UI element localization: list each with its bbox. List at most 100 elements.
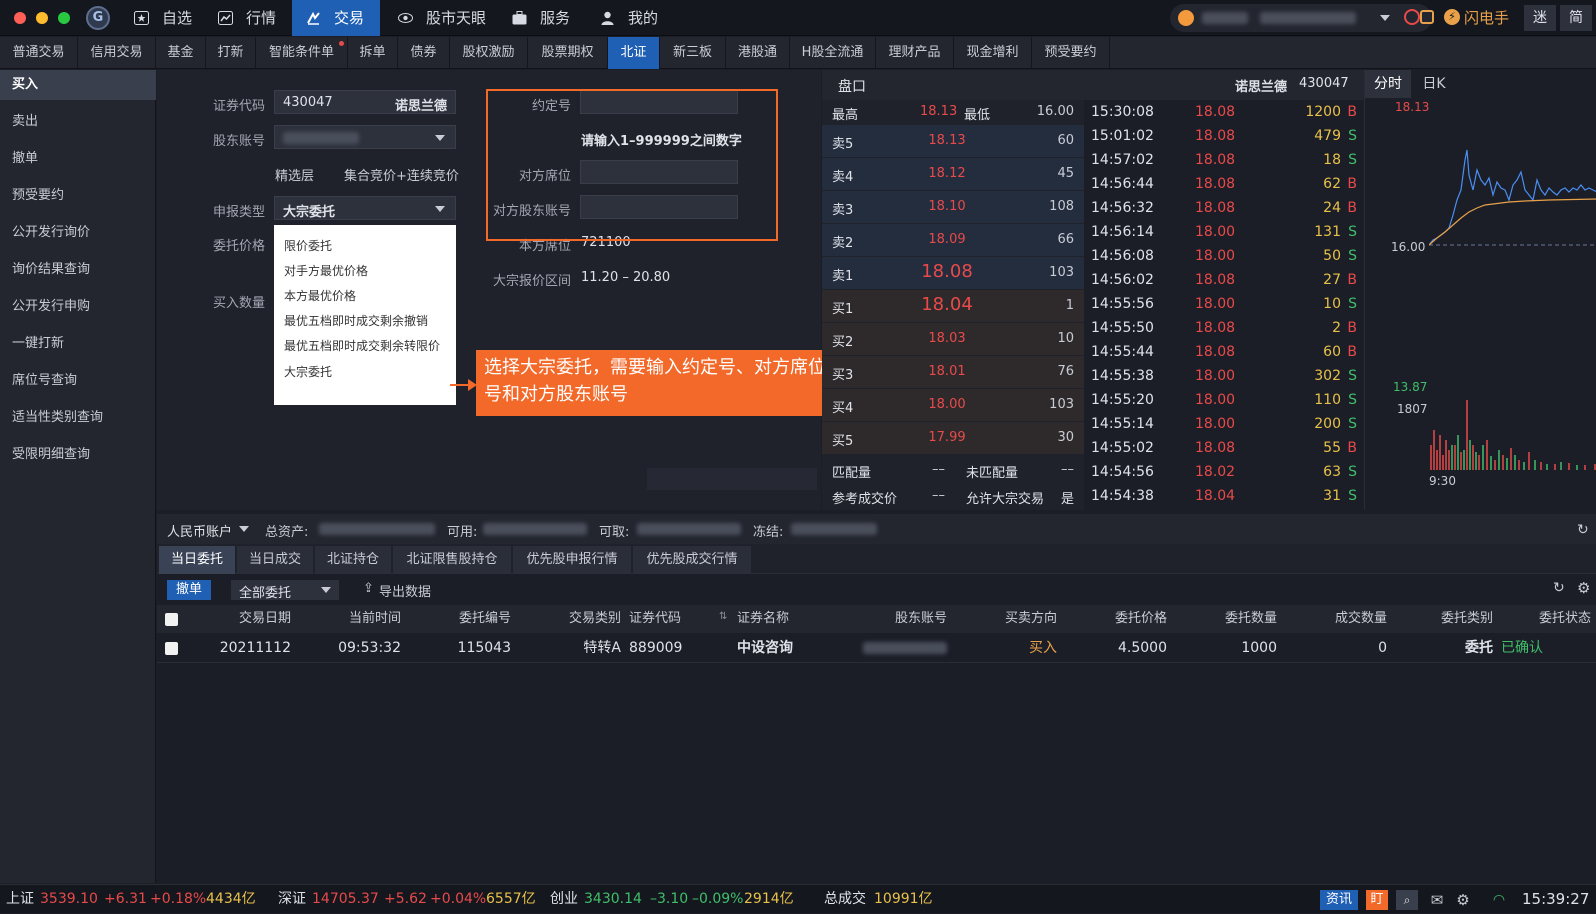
gear-icon[interactable]: ⚙ — [1577, 579, 1590, 597]
col-header[interactable]: 委托数量 — [1167, 605, 1277, 633]
tab-0[interactable]: 普通交易 — [0, 37, 78, 69]
book-row[interactable]: 买5 17.99 30 — [822, 422, 1084, 454]
subtab-3[interactable]: 北证限售股持仓 — [393, 546, 511, 574]
tab-12[interactable]: H股全流通 — [790, 37, 876, 69]
book-row[interactable]: 卖3 18.10 108 — [822, 191, 1084, 223]
flash-trade-button[interactable]: 闪电手 — [1464, 0, 1509, 36]
subtab-0[interactable]: 当日委托 — [159, 546, 235, 574]
sort-icon[interactable]: ⇅ — [719, 611, 727, 622]
col-header[interactable]: 委托编号 — [401, 605, 511, 633]
news-button[interactable]: 资讯 — [1320, 890, 1358, 910]
dropdown-option-5[interactable]: 大宗委托 — [284, 363, 332, 380]
tab-7[interactable]: 股权激励 — [450, 37, 528, 69]
book-row[interactable]: 买2 18.03 10 — [822, 323, 1084, 355]
tab-9[interactable]: 北证 — [608, 37, 660, 69]
minimize-window-button[interactable] — [36, 12, 48, 24]
col-header[interactable]: 成交数量 — [1277, 605, 1387, 633]
simplified-mode-button[interactable]: 简 — [1560, 5, 1592, 31]
col-header[interactable]: 委托价格 — [1057, 605, 1167, 633]
col-header[interactable]: 股东账号 — [847, 605, 947, 633]
user-account-area[interactable] — [1170, 4, 1432, 32]
mini-mode-button[interactable]: 迷 — [1524, 5, 1556, 31]
chevron-down-icon[interactable] — [1380, 15, 1390, 21]
subtab-1[interactable]: 当日成交 — [237, 546, 313, 574]
sidebar-item-9[interactable]: 适当性类别查询 — [0, 403, 156, 433]
col-header[interactable]: 证券名称 — [737, 605, 837, 633]
book-row[interactable]: 买3 18.01 76 — [822, 356, 1084, 388]
dropdown-option-3[interactable]: 最优五档即时成交剩余撤销 — [284, 312, 428, 329]
subtab-2[interactable]: 北证持仓 — [315, 546, 391, 574]
sidebar-item-8[interactable]: 席位号查询 — [0, 366, 156, 396]
sidebar-item-5[interactable]: 询价结果查询 — [0, 255, 156, 285]
dropdown-option-4[interactable]: 最优五档即时成交剩余转限价 — [284, 337, 440, 354]
subtab-5[interactable]: 优先股成交行情 — [633, 546, 751, 574]
code-input[interactable]: 430047 诺思兰德 — [274, 90, 456, 114]
holder-select[interactable] — [274, 125, 456, 149]
watch-button[interactable]: 盯 — [1366, 890, 1388, 910]
dropdown-option-1[interactable]: 对手方最优价格 — [284, 262, 368, 279]
book-row[interactable]: 卖4 18.12 45 — [822, 158, 1084, 190]
topnav-item-3[interactable]: 股市天眼 — [384, 0, 494, 36]
col-header[interactable]: 当前时间 — [291, 605, 401, 633]
sidebar-item-4[interactable]: 公开发行询价 — [0, 218, 156, 248]
tab-8[interactable]: 股票期权 — [528, 37, 608, 69]
tab-14[interactable]: 现金增利 — [954, 37, 1032, 69]
maximize-window-button[interactable] — [58, 12, 70, 24]
sidebar-item-3[interactable]: 预受要约 — [0, 181, 156, 211]
sidebar-item-0[interactable]: 买入 — [0, 70, 156, 100]
row-checkbox[interactable] — [165, 642, 178, 655]
gear-icon[interactable]: ⚙ — [1452, 890, 1474, 910]
book-row[interactable]: 卖5 18.13 60 — [822, 125, 1084, 157]
mail-icon[interactable]: ✉ — [1426, 890, 1448, 910]
book-row[interactable]: 买4 18.00 103 — [822, 389, 1084, 421]
tab-daily-k[interactable]: 日K — [1411, 70, 1457, 98]
refresh-icon[interactable]: ↻ — [1577, 522, 1589, 538]
subtab-4[interactable]: 优先股申报行情 — [513, 546, 631, 574]
topnav-item-0[interactable]: 自选 — [120, 0, 200, 36]
dropdown-option-0[interactable]: 限价委托 — [284, 237, 332, 254]
col-header[interactable]: 委托状态 — [1493, 605, 1591, 633]
sidebar-item-1[interactable]: 卖出 — [0, 107, 156, 137]
lock-icon[interactable] — [1420, 10, 1434, 24]
export-data-button[interactable]: 导出数据 — [379, 581, 431, 600]
sidebar-item-7[interactable]: 一键打新 — [0, 329, 156, 359]
sidebar-item-2[interactable]: 撤单 — [0, 144, 156, 174]
topnav-item-1[interactable]: 行情 — [204, 0, 288, 36]
col-header[interactable]: 证券代码 — [629, 605, 729, 633]
account-type-select[interactable]: 人民币账户 — [167, 521, 232, 540]
topnav-item-2[interactable]: 交易 — [292, 0, 380, 36]
tab-3[interactable]: 打新 — [206, 37, 256, 69]
sidebar-item-10[interactable]: 受限明细查询 — [0, 440, 156, 470]
tab-11[interactable]: 港股通 — [726, 37, 790, 69]
col-header[interactable]: 委托类别 — [1387, 605, 1493, 633]
cancel-order-button[interactable]: 撤单 — [167, 580, 211, 600]
book-row[interactable]: 买1 18.04 1 — [822, 290, 1084, 322]
tab-1[interactable]: 信用交易 — [78, 37, 156, 69]
tab-intraday[interactable]: 分时 — [1365, 70, 1411, 98]
col-header[interactable]: 交易日期 — [187, 605, 291, 633]
topnav-item-4[interactable]: 服务 — [498, 0, 582, 36]
tab-13[interactable]: 理财产品 — [876, 37, 954, 69]
col-header[interactable]: 买卖方向 — [947, 605, 1057, 633]
chevron-down-icon[interactable] — [239, 526, 249, 532]
col-header[interactable]: 交易类别 — [511, 605, 621, 633]
search-icon[interactable]: ⌕ — [1396, 890, 1418, 910]
table-row[interactable]: 20211112 09:53:32 115043 特转A 889009 中设咨询… — [157, 633, 1596, 663]
tab-10[interactable]: 新三板 — [660, 37, 726, 69]
dropdown-option-2[interactable]: 本方最优价格 — [284, 287, 356, 304]
select-all-checkbox[interactable] — [165, 613, 178, 626]
topnav-item-5[interactable]: 我的 — [586, 0, 670, 36]
close-window-button[interactable] — [14, 12, 26, 24]
tab-5[interactable]: 拆单 — [348, 37, 398, 69]
report-type-select[interactable]: 大宗委托 — [274, 196, 456, 220]
tab-6[interactable]: 债券 — [398, 37, 450, 69]
order-filter-select[interactable]: 全部委托 — [231, 580, 339, 601]
power-icon[interactable] — [1404, 9, 1420, 25]
book-row[interactable]: 卖1 18.08 103 — [822, 257, 1084, 289]
book-row[interactable]: 卖2 18.09 66 — [822, 224, 1084, 256]
tab-4[interactable]: 智能条件单 — [256, 37, 348, 69]
tab-2[interactable]: 基金 — [156, 37, 206, 69]
sidebar-item-6[interactable]: 公开发行申购 — [0, 292, 156, 322]
tab-15[interactable]: 预受要约 — [1032, 37, 1110, 69]
refresh-icon[interactable]: ↻ — [1553, 580, 1565, 596]
